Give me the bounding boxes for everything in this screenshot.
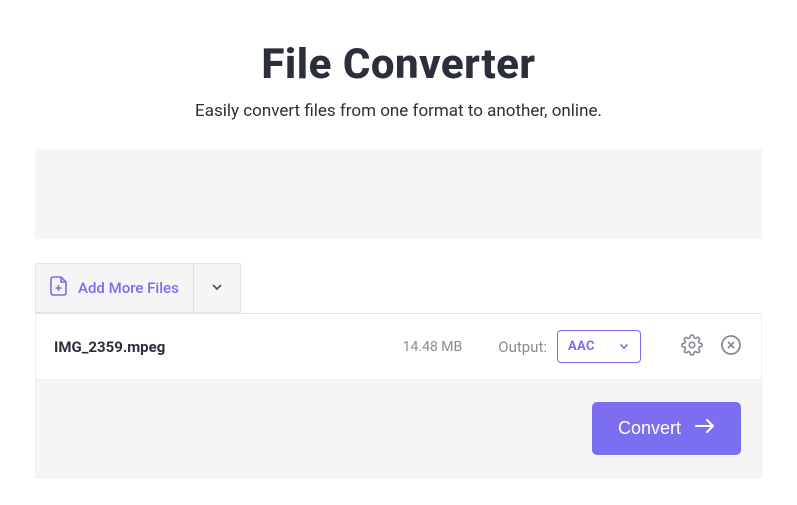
dropzone-area[interactable] bbox=[35, 149, 762, 239]
page-subtitle: Easily convert files from one format to … bbox=[35, 101, 762, 121]
file-plus-icon bbox=[50, 276, 68, 300]
add-more-files-label: Add More Files bbox=[78, 279, 179, 297]
page-title: File Converter bbox=[35, 40, 762, 89]
remove-file-button[interactable] bbox=[719, 335, 743, 359]
close-circle-icon bbox=[720, 334, 742, 360]
file-toolbar: Add More Files bbox=[35, 263, 762, 313]
output-format-select[interactable]: AAC bbox=[557, 330, 641, 363]
convert-button-label: Convert bbox=[618, 418, 681, 439]
add-more-files-button[interactable]: Add More Files bbox=[35, 263, 193, 313]
output-label: Output: bbox=[498, 338, 547, 356]
add-more-dropdown-button[interactable] bbox=[193, 263, 241, 313]
chevron-down-icon bbox=[618, 337, 630, 356]
chevron-down-icon bbox=[210, 279, 224, 298]
footer-bar: Convert bbox=[35, 380, 762, 478]
settings-button[interactable] bbox=[679, 334, 705, 360]
file-row: IMG_2359.mpeg 14.48 MB Output: AAC bbox=[35, 313, 762, 380]
file-name: IMG_2359.mpeg bbox=[54, 338, 403, 356]
output-format-selected: AAC bbox=[568, 339, 595, 354]
gear-icon bbox=[681, 334, 703, 360]
file-size: 14.48 MB bbox=[403, 339, 463, 355]
app-container: File Converter Easily convert files from… bbox=[0, 0, 797, 478]
convert-button[interactable]: Convert bbox=[592, 402, 741, 455]
arrow-right-icon bbox=[695, 418, 715, 439]
